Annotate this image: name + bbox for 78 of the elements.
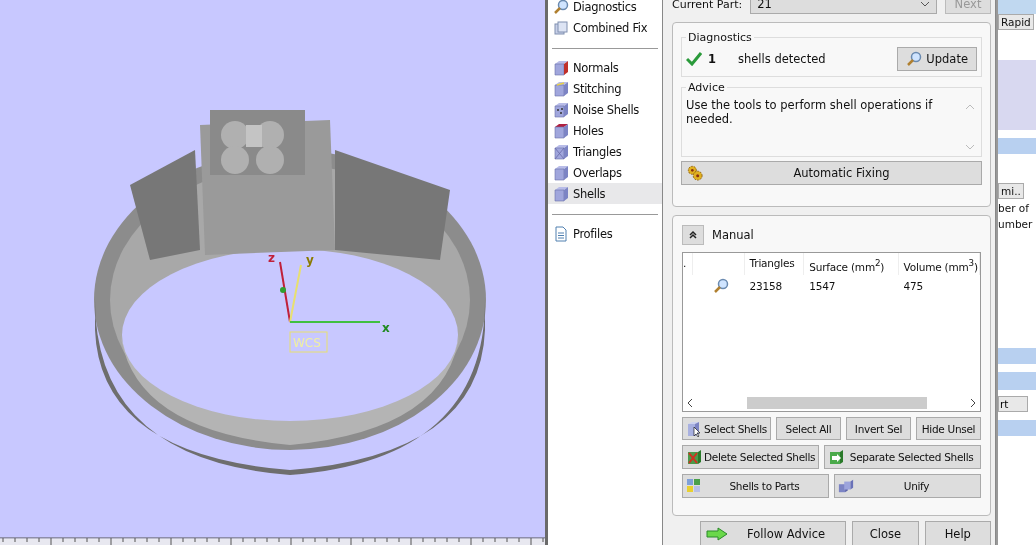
tab[interactable]: Rapid [998,14,1034,30]
cube-icon [553,122,569,139]
magnifier-icon [553,0,569,15]
magnifier-icon [906,51,923,67]
axis-label: x [382,321,390,335]
column-header[interactable]: . [683,253,693,275]
chevron-down-icon [920,1,930,7]
cube-icon [553,80,569,97]
nav-item[interactable]: Noise Shells [548,99,662,120]
cube-arrow-icon [828,449,845,465]
cube-icon [553,101,569,118]
action-button[interactable]: Invert Sel [845,417,911,440]
footer-button[interactable]: Close [852,521,919,545]
cube-cross-icon [686,449,702,465]
column-header[interactable]: Volume (mm$^{3}$) [898,253,980,275]
arrow-right-icon [706,527,728,541]
footer-button[interactable]: Help [924,521,991,545]
automatic-fixing-button[interactable]: Automatic Fixing [681,161,982,185]
header-bar [998,138,1036,154]
current-part-label: Current Part: [672,0,743,11]
nav-item[interactable]: Holes [548,120,662,141]
action-button[interactable]: Delete Selected Shells [682,445,820,469]
axis-label: y [306,253,314,267]
side-button[interactable]: rt [998,396,1028,412]
group-title: Diagnostics [687,31,753,44]
section-title: Manual [712,228,754,242]
action-button[interactable]: Shells to Parts [682,474,829,498]
action-button[interactable]: Hide Unsel [916,417,981,440]
action-button[interactable]: Select Shells [682,417,771,440]
header-bar [998,348,1036,364]
nav-item[interactable]: Stitching [548,78,662,99]
nav-item[interactable]: Overlaps [548,162,662,183]
collapse-button[interactable] [682,225,704,245]
scroll-up-icon[interactable] [965,104,975,110]
cube-icon [553,164,569,181]
scroll-left-icon[interactable] [687,398,693,408]
update-button[interactable]: Update [897,47,977,71]
tab[interactable]: mi.. [998,183,1024,199]
stack-icon [553,19,569,36]
action-button[interactable]: Separate Selected Shells [824,445,981,469]
scroll-right-icon[interactable] [970,398,976,408]
cube-icon [553,59,569,76]
document-icon [553,225,569,242]
advice-text: Use the tools to perform shell operations if needed. [686,97,934,128]
header-bar [998,0,1036,14]
cube-icon [553,143,569,160]
nav-item[interactable]: Triangles [548,141,662,162]
double-chevron-up-icon [688,230,698,240]
part-dropdown[interactable]: 21 [750,0,937,14]
action-button[interactable]: Unify [834,474,981,498]
property-label: ber of [998,202,1030,214]
wcs-label: WCS [289,331,328,353]
table-cell-text: 475 [902,280,924,292]
footer-button[interactable]: Follow Advice [700,521,847,545]
colored-cubes-icon [686,478,702,494]
nav-item[interactable]: Profiles [548,223,662,244]
shell-count: 1 [708,52,717,66]
group-title: Advice [687,81,726,94]
status-text: shells detected [738,52,827,66]
cursor-cube-icon [686,420,702,437]
column-header[interactable]: Surface (mm$^{2}$) [804,253,899,275]
nav-item[interactable]: Normals [548,57,662,78]
scroll-down-icon[interactable] [965,144,975,150]
column-header[interactable]: Triangles [744,253,805,275]
table-cell-text: 23158 [748,280,783,292]
property-label: umber [998,218,1034,230]
gears-icon [687,165,703,181]
magnifier-icon[interactable] [713,278,730,294]
axis-label: z [268,251,275,265]
nav-item[interactable]: Diagnostics [548,0,662,17]
nav-item[interactable]: Shells [548,183,662,204]
header-bar [998,372,1036,390]
action-button[interactable]: Select All [775,417,841,440]
header-bar [998,420,1036,436]
cube-icon [553,185,569,202]
cubes-icon [838,478,854,494]
table-cell-text: 1547 [808,280,837,292]
nav-item[interactable]: Combined Fix [548,17,662,38]
